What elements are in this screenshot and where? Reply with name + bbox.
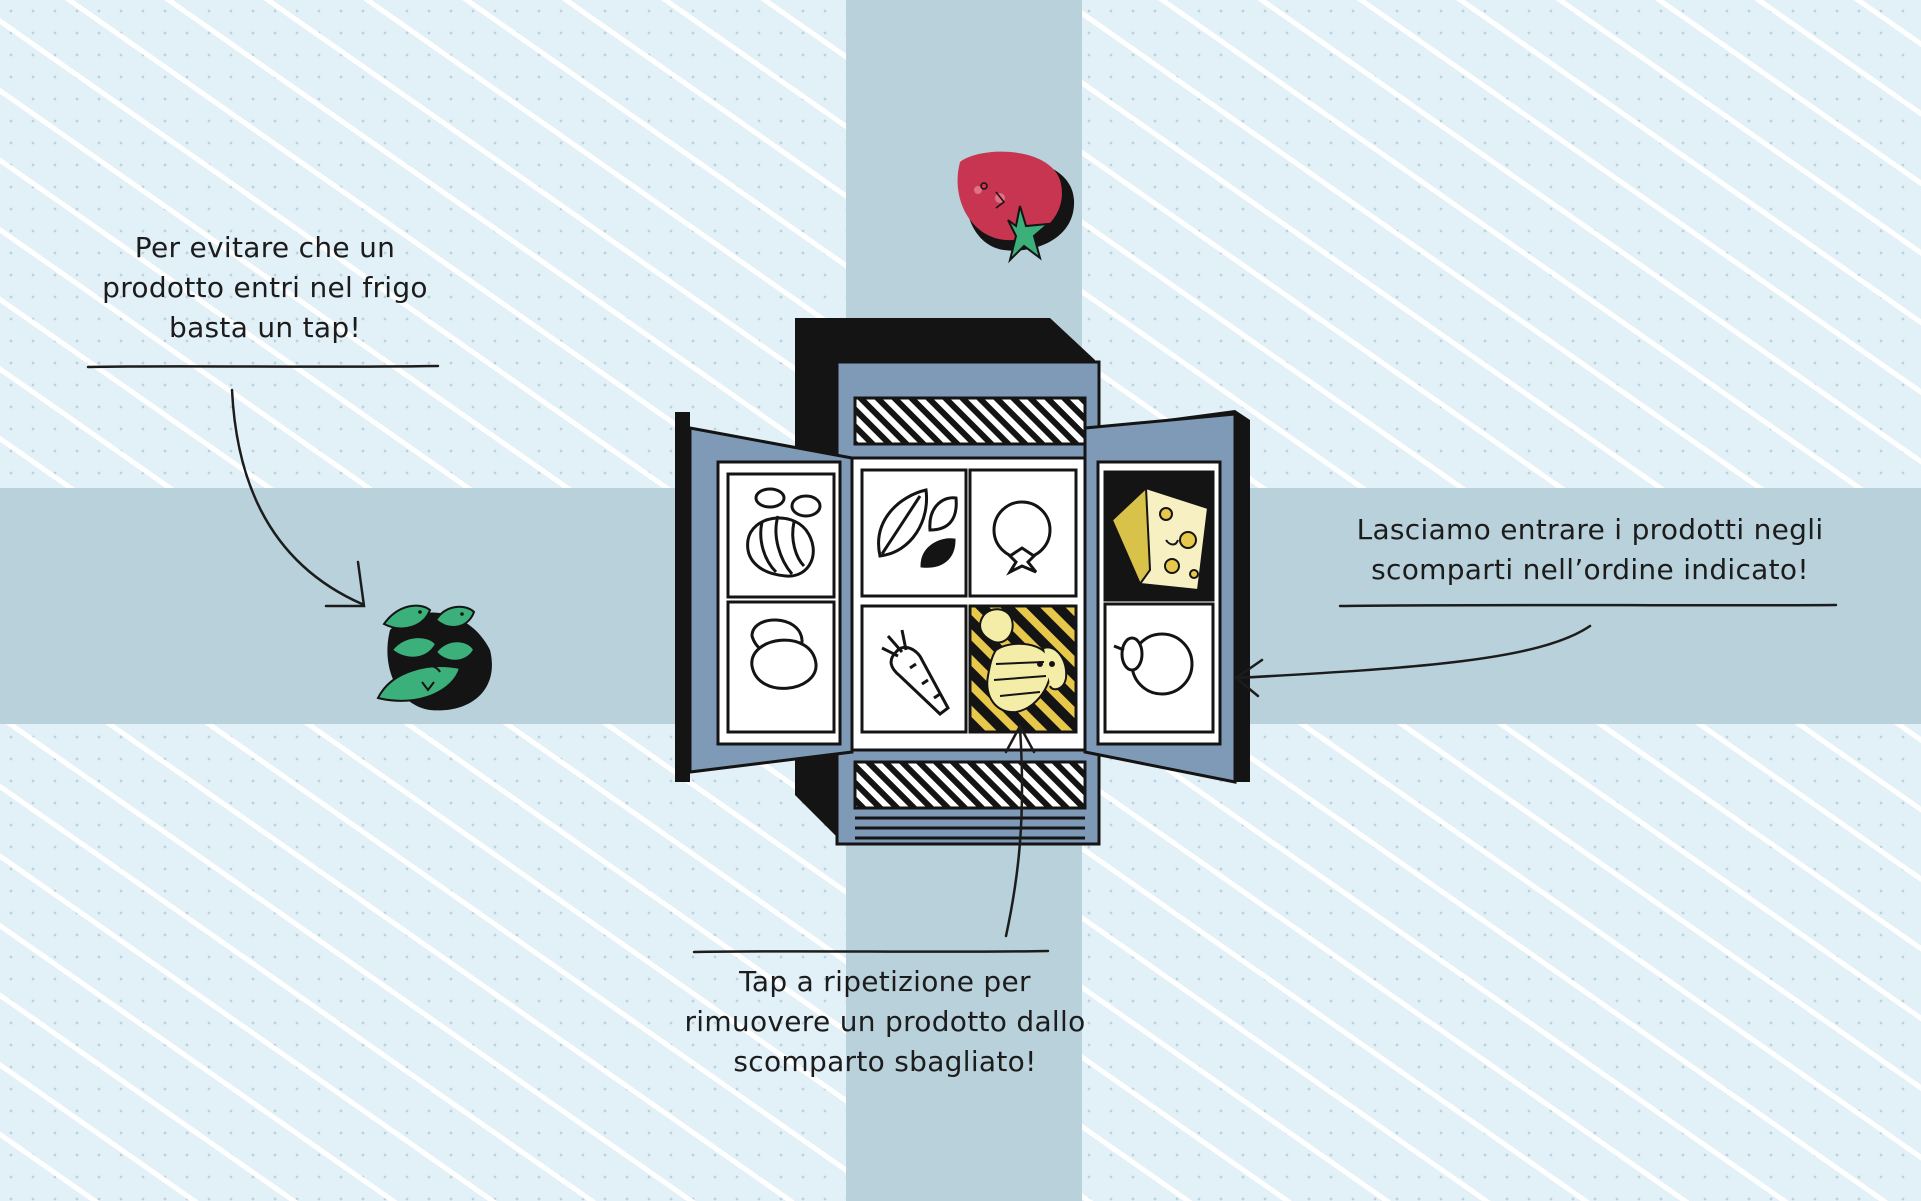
- underline-bottom: [692, 949, 1050, 954]
- hint-tap-to-block: Per evitare che un prodotto entri nel fr…: [102, 231, 428, 344]
- compartment-center-bottom-left[interactable]: [860, 604, 968, 734]
- hint-remove-product: Tap a ripetizione per rimuovere un prodo…: [684, 965, 1086, 1078]
- tomato-icon: [957, 151, 1075, 264]
- bottom-vent: [853, 760, 1087, 810]
- compartment-center-top-left[interactable]: [860, 468, 968, 598]
- compartment-center-top-right[interactable]: [968, 468, 1078, 598]
- arrow-to-right-door: [1233, 624, 1592, 698]
- compartment-right-door-bottom[interactable]: [1103, 602, 1215, 734]
- compartment-right-door-top[interactable]: [1103, 470, 1215, 602]
- hint-fill-order: Lasciamo entrare i prodotti negli scompa…: [1356, 513, 1824, 586]
- falling-tomato[interactable]: [957, 151, 1075, 264]
- top-vent: [853, 396, 1087, 446]
- underline-right: [1338, 603, 1838, 608]
- basil-icon: [376, 604, 492, 711]
- underline-left: [86, 364, 440, 369]
- falling-basil[interactable]: [376, 604, 492, 711]
- compartment-center-bottom-right[interactable]: [968, 604, 1078, 734]
- compartment-left-door-bottom[interactable]: [726, 600, 836, 734]
- arrow-to-basil: [230, 388, 366, 608]
- compartment-left-door-top[interactable]: [726, 472, 836, 599]
